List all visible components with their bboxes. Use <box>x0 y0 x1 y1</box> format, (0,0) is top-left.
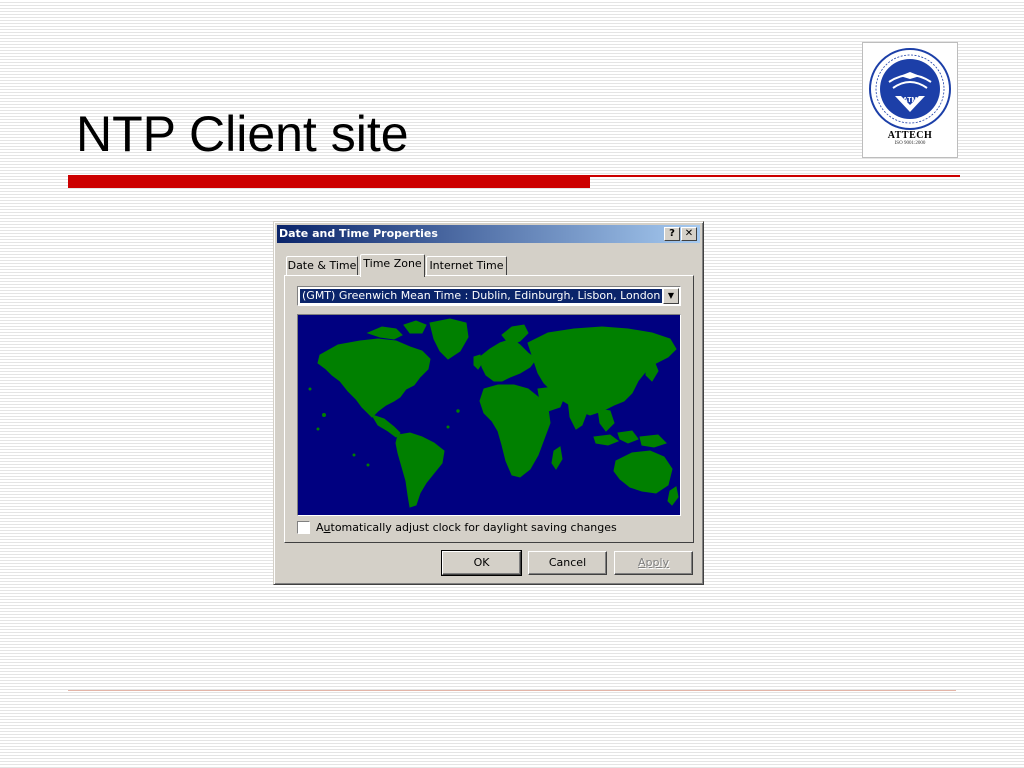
dst-label-accelerator: u <box>323 521 331 534</box>
timezone-selected-value: (GMT) Greenwich Mean Time : Dublin, Edin… <box>300 289 662 303</box>
logo-mark-text: ATM <box>903 97 918 104</box>
apply-button[interactable]: Apply <box>614 551 693 575</box>
dst-label-start: A <box>316 521 324 534</box>
world-map <box>297 314 681 516</box>
dst-checkbox[interactable] <box>297 521 310 534</box>
atm-emblem-icon: ATM <box>869 48 951 130</box>
apply-label: Apply <box>637 556 670 569</box>
dst-label[interactable]: Automatically adjust clock for daylight … <box>316 520 617 535</box>
cancel-button[interactable]: Cancel <box>528 551 607 575</box>
dialog-titlebar[interactable]: Date and Time Properties ? ✕ <box>277 225 700 243</box>
slide-title: NTP Client site <box>76 106 409 162</box>
title-underline-accent <box>68 175 590 188</box>
chevron-down-icon[interactable]: ▼ <box>663 288 679 304</box>
logo-brand: ATTECH <box>887 130 933 141</box>
date-time-properties-dialog: Date and Time Properties ? ✕ Date & Time… <box>273 221 704 585</box>
ok-button[interactable]: OK <box>441 550 522 576</box>
tab-date-time[interactable]: Date & Time <box>286 256 358 276</box>
time-zone-panel: (GMT) Greenwich Mean Time : Dublin, Edin… <box>284 275 694 543</box>
dst-label-rest: tomatically adjust clock for daylight sa… <box>330 521 617 534</box>
tab-internet-time[interactable]: Internet Time <box>426 256 507 276</box>
dialog-title: Date and Time Properties <box>279 227 438 240</box>
title-underline-rule <box>590 175 960 177</box>
footer-rule <box>68 690 956 691</box>
tab-time-zone[interactable]: Time Zone <box>360 254 425 277</box>
close-button[interactable]: ✕ <box>681 227 697 241</box>
world-map-image <box>298 315 680 515</box>
timezone-select[interactable]: (GMT) Greenwich Mean Time : Dublin, Edin… <box>297 286 681 306</box>
logo-iso: ISO 9001:2000 <box>894 141 926 146</box>
help-button[interactable]: ? <box>664 227 680 241</box>
attech-logo: ATM ATTECH ISO 9001:2000 <box>862 42 958 158</box>
